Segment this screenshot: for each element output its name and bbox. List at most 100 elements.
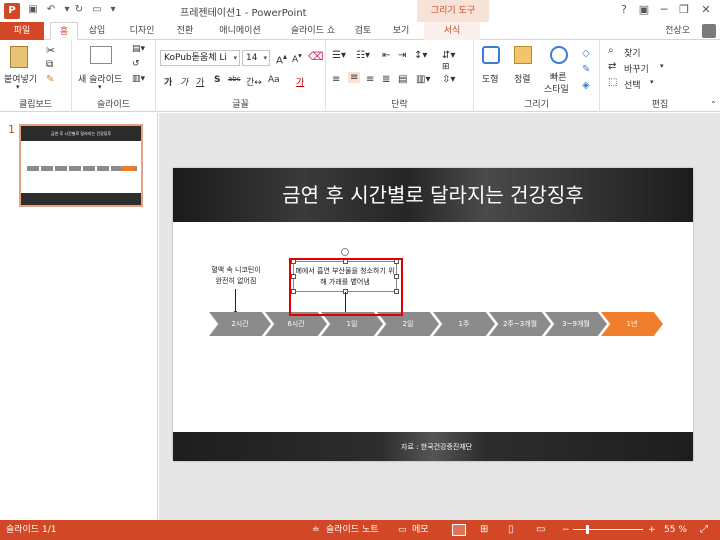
shape-effects-icon[interactable]: ◈: [582, 80, 590, 91]
decrease-font-size-icon[interactable]: A▾: [292, 51, 302, 65]
slide-title[interactable]: 금연 후 시간별로 달라지는 건강징후: [173, 168, 693, 222]
numbering-icon[interactable]: ☷▾: [356, 50, 370, 61]
justify-icon[interactable]: ≣: [382, 74, 390, 85]
italic-button[interactable]: 가: [180, 75, 188, 88]
strikethrough-button[interactable]: abc: [228, 75, 241, 83]
rotate-handle[interactable]: [341, 248, 349, 256]
shadow-button[interactable]: S: [214, 75, 220, 85]
tab-review[interactable]: 검토: [348, 22, 378, 40]
zoom-out-button[interactable]: −: [562, 520, 570, 540]
quick-styles-label-line2[interactable]: 스타일: [544, 82, 569, 95]
new-slide-icon[interactable]: [90, 46, 112, 64]
reset-icon[interactable]: ↺: [132, 59, 140, 69]
line-spacing-icon[interactable]: ↕▾: [414, 50, 427, 61]
timeline-step[interactable]: 3~9개월: [545, 312, 607, 336]
font-color-button[interactable]: 가: [296, 75, 304, 88]
arrange-button[interactable]: 정렬: [514, 72, 531, 85]
powerpoint-app-icon[interactable]: P: [4, 3, 20, 19]
zoom-in-button[interactable]: +: [648, 520, 656, 540]
timeline-step-highlight[interactable]: 1년: [601, 312, 663, 336]
notes-icon[interactable]: ≐: [312, 520, 320, 540]
slide[interactable]: 금연 후 시간별로 달라지는 건강징후 혈액 속 니코틴이 완전히 없어짐 폐에…: [173, 168, 693, 461]
layout-icon[interactable]: ▤▾: [132, 44, 145, 54]
text-direction-icon[interactable]: ⇵▾: [442, 50, 455, 61]
collapse-ribbon-icon[interactable]: ⌃: [710, 100, 717, 109]
format-painter-icon[interactable]: ✎: [46, 74, 54, 85]
select-dropdown-icon[interactable]: ▾: [650, 78, 654, 86]
tab-transitions[interactable]: 전환: [170, 22, 200, 40]
notes-button[interactable]: 슬라이드 노트: [326, 520, 379, 540]
shape-fill-icon[interactable]: ◇: [582, 48, 590, 59]
cut-icon[interactable]: ✂: [46, 44, 55, 57]
note-nicotine[interactable]: 혈액 속 니코틴이 완전히 없어짐: [209, 265, 263, 287]
slideshow-from-start-icon[interactable]: ▭: [90, 3, 104, 17]
paste-button[interactable]: 붙여넣기: [4, 72, 37, 85]
clear-formatting-icon[interactable]: ⌫: [308, 50, 324, 63]
timeline-step[interactable]: 2시간: [209, 312, 271, 336]
columns-icon[interactable]: ▥▾: [416, 74, 430, 85]
align-center-icon[interactable]: ≡: [348, 72, 361, 83]
align-right-icon[interactable]: ≡: [366, 74, 374, 85]
editing-canvas[interactable]: 금연 후 시간별로 달라지는 건강징후 혈액 속 니코틴이 완전히 없어짐 폐에…: [159, 113, 720, 520]
help-button[interactable]: ?: [616, 2, 632, 18]
undo-icon[interactable]: ↶: [44, 3, 58, 17]
bold-button[interactable]: 가: [164, 75, 172, 88]
section-icon[interactable]: ▥▾: [132, 74, 145, 84]
shape-outline-icon[interactable]: ✎: [582, 64, 590, 75]
smartart-icon[interactable]: ⊞: [442, 62, 450, 72]
paste-icon[interactable]: [10, 46, 28, 68]
replace-button[interactable]: 바꾸기: [624, 62, 649, 75]
account-name[interactable]: 전상오: [665, 22, 690, 40]
slideshow-view-icon[interactable]: ▭: [536, 520, 545, 540]
reading-view-icon[interactable]: ▯: [508, 520, 514, 540]
shapes-icon[interactable]: [482, 46, 500, 64]
customize-qat-icon[interactable]: ▾: [106, 3, 120, 17]
ribbon-display-options-icon[interactable]: ▣: [636, 2, 652, 18]
tab-animations[interactable]: 애니메이션: [210, 22, 270, 40]
find-button[interactable]: 찾기: [624, 46, 641, 59]
comments-icon[interactable]: ▭: [398, 520, 407, 540]
font-size-select[interactable]: 14 ▾: [242, 50, 270, 66]
tab-insert[interactable]: 삽입: [82, 22, 112, 40]
source-label[interactable]: 자료 : 한국건강증진재단: [401, 442, 472, 452]
select-button[interactable]: 선택: [624, 78, 641, 91]
change-case-button[interactable]: Aa: [268, 75, 280, 85]
tab-view[interactable]: 보기: [386, 22, 416, 40]
tab-file[interactable]: 파일: [0, 22, 44, 40]
increase-font-size-icon[interactable]: A▴: [276, 51, 287, 66]
bullets-icon[interactable]: ☰▾: [332, 50, 346, 61]
distribute-icon[interactable]: ▤: [398, 74, 407, 85]
align-left-icon[interactable]: ≡: [332, 74, 340, 85]
fit-to-window-icon[interactable]: ⤢: [700, 520, 708, 540]
zoom-level[interactable]: 55 %: [664, 520, 687, 540]
arrange-icon[interactable]: [514, 46, 532, 64]
close-button[interactable]: ✕: [698, 2, 714, 18]
paste-dropdown-icon[interactable]: ▾: [16, 83, 20, 91]
tab-slideshow[interactable]: 슬라이드 쇼: [280, 22, 346, 40]
comments-button[interactable]: 메모: [412, 520, 429, 540]
slide-sorter-icon[interactable]: ⊞: [480, 520, 488, 540]
zoom-slider[interactable]: [573, 529, 643, 530]
tab-format[interactable]: 서식: [424, 22, 480, 40]
tab-design[interactable]: 디자인: [124, 22, 160, 40]
replace-dropdown-icon[interactable]: ▾: [660, 62, 664, 70]
minimize-button[interactable]: ─: [656, 2, 672, 18]
replace-icon[interactable]: ⇄: [608, 61, 616, 72]
character-spacing-button[interactable]: 간↔: [246, 75, 262, 88]
increase-indent-icon[interactable]: ⇥: [398, 50, 406, 61]
shapes-button[interactable]: 도형: [482, 72, 499, 85]
select-icon[interactable]: ⬚: [608, 77, 617, 88]
timeline-step[interactable]: 1주: [433, 312, 495, 336]
find-icon[interactable]: ⌕: [608, 45, 614, 56]
copy-icon[interactable]: ⧉: [46, 59, 53, 70]
zoom-slider-thumb[interactable]: [586, 525, 589, 534]
quick-styles-icon[interactable]: [550, 46, 568, 64]
avatar[interactable]: [702, 24, 716, 38]
font-name-select[interactable]: KoPub돋움체 Li ▾: [160, 50, 240, 66]
align-text-icon[interactable]: ⇳▾: [442, 74, 455, 85]
slide-thumbnail[interactable]: 금연 후 시간별로 달라지는 건강징후: [19, 124, 143, 207]
save-icon[interactable]: ▣: [26, 3, 40, 17]
decrease-indent-icon[interactable]: ⇤: [382, 50, 390, 61]
normal-view-icon[interactable]: [452, 524, 466, 536]
tab-home[interactable]: 홈: [50, 22, 78, 40]
